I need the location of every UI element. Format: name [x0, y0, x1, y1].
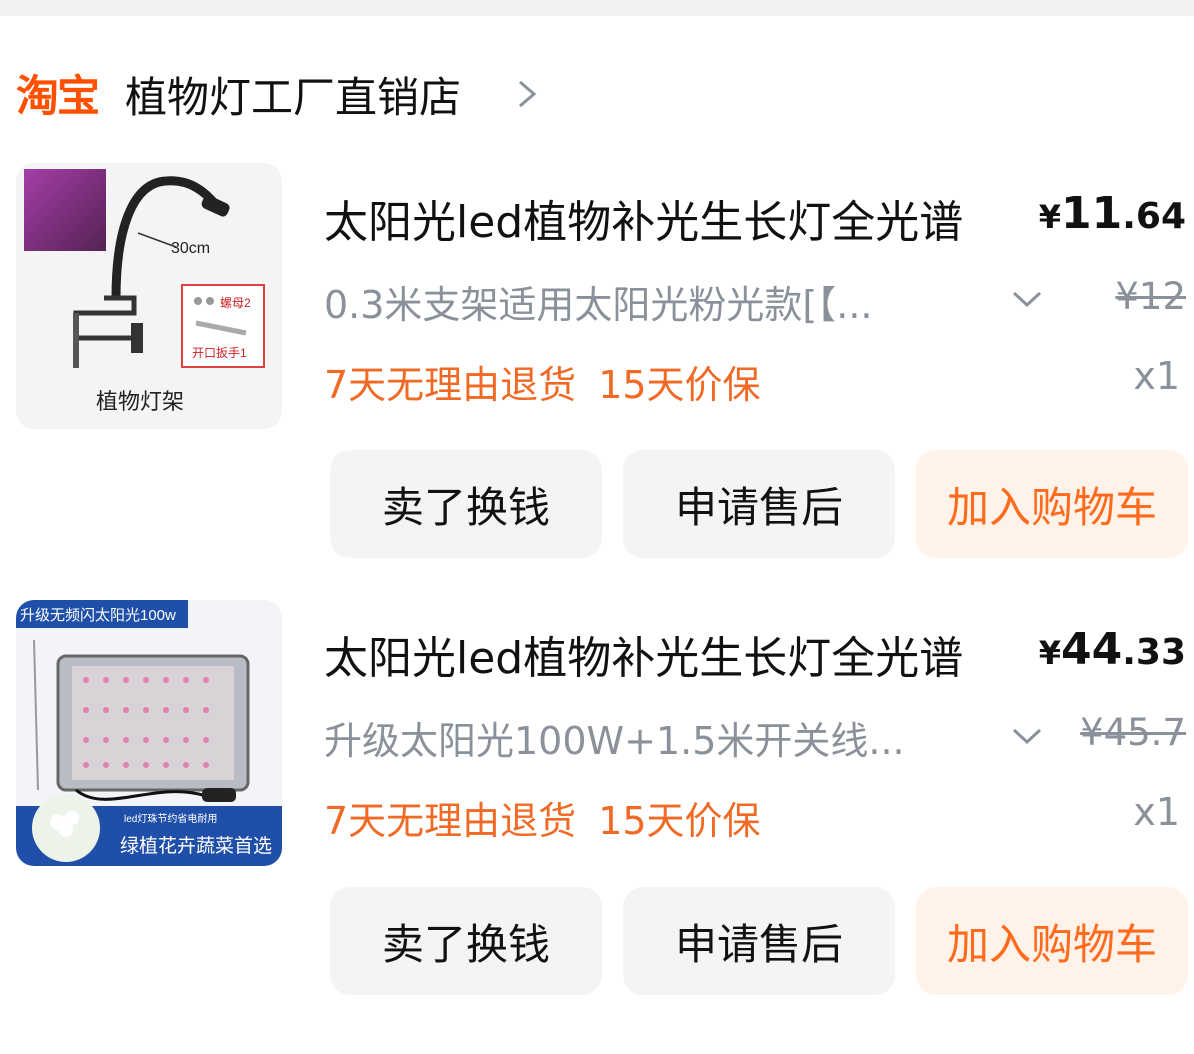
tag-price-protect: 15天价保 [598, 799, 761, 843]
price-decimal: .33 [1122, 632, 1186, 673]
image-nut-label: 螺母2 [220, 296, 251, 310]
price: ¥11.64 [1039, 188, 1186, 239]
quantity: x1 [1133, 790, 1180, 834]
original-price: ¥45.7 [1080, 711, 1186, 754]
image-small-label: led灯珠节约省电耐用 [124, 812, 217, 825]
product-title[interactable]: 太阳光led植物补光生长灯全光谱 [324, 622, 963, 686]
after-sale-button[interactable]: 申请售后 [623, 887, 895, 995]
price-decimal: .64 [1122, 196, 1186, 237]
add-to-cart-button[interactable]: 加入购物车 [916, 450, 1188, 558]
after-sale-button[interactable]: 申请售后 [623, 450, 895, 558]
image-caption: 绿植花卉蔬菜首选 [120, 835, 272, 857]
image-wrench-label: 开口扳手1 [192, 346, 247, 360]
price-integer: 44 [1060, 624, 1123, 675]
service-tags: 7天无理由退货 15天价保 [324, 790, 761, 845]
price-integer: 11 [1060, 188, 1123, 239]
chevron-right-icon[interactable] [514, 76, 540, 112]
taobao-logo: 淘宝 [16, 72, 100, 122]
tag-price-protect: 15天价保 [598, 363, 761, 407]
price-currency: ¥ [1038, 634, 1061, 672]
product-image[interactable]: 升级无频闪太阳光100w led灯珠节约省电耐用 绿植花卉蔬菜首选 [16, 600, 282, 866]
image-caption: 植物灯架 [96, 389, 184, 414]
sell-button[interactable]: 卖了换钱 [330, 450, 602, 558]
image-banner-label: 升级无频闪太阳光100w [20, 607, 176, 624]
add-to-cart-button[interactable]: 加入购物车 [916, 887, 1188, 995]
original-price: ¥12 [1115, 275, 1186, 318]
product-image[interactable]: 30cm 螺母2 开口扳手1 植物灯架 [16, 163, 282, 429]
tag-return: 7天无理由退货 [324, 799, 577, 843]
price-currency: ¥ [1038, 198, 1061, 236]
sell-button[interactable]: 卖了换钱 [330, 887, 602, 995]
service-tags: 7天无理由退货 15天价保 [324, 354, 761, 409]
shop-name[interactable]: 植物灯工厂直销店 [125, 64, 461, 125]
chevron-down-icon[interactable] [1010, 288, 1044, 310]
image-length-label: 30cm [171, 240, 210, 257]
product-title[interactable]: 太阳光led植物补光生长灯全光谱 [324, 186, 963, 250]
chevron-down-icon[interactable] [1010, 725, 1044, 747]
product-spec[interactable]: 升级太阳光100W+1.5米开关线... [324, 710, 905, 765]
tag-return: 7天无理由退货 [324, 363, 577, 407]
top-divider [0, 0, 1194, 16]
product-spec[interactable]: 0.3米支架适用太阳光粉光款[【... [324, 274, 873, 329]
quantity: x1 [1133, 354, 1180, 398]
price: ¥44.33 [1039, 624, 1186, 675]
